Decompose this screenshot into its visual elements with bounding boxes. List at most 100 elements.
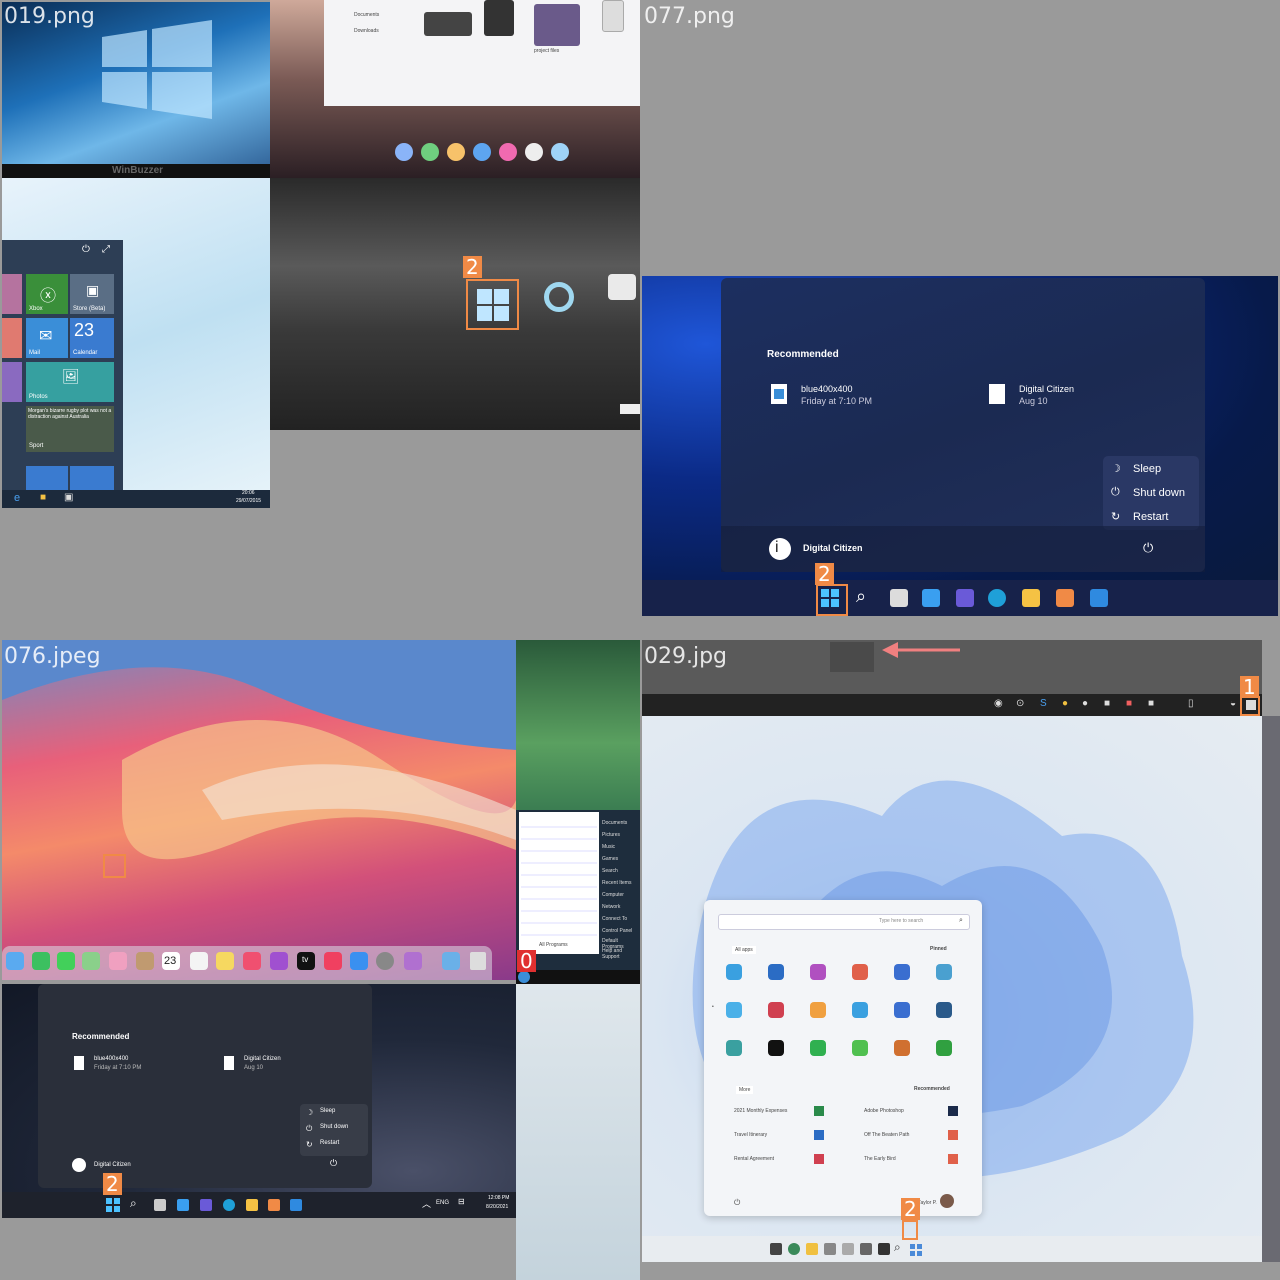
chat-icon[interactable] <box>956 589 974 607</box>
place-item[interactable]: Search <box>602 868 618 874</box>
taskbar-app-icon[interactable] <box>806 1243 818 1255</box>
news-app-icon[interactable] <box>324 952 342 970</box>
tile-left-1[interactable] <box>2 274 22 314</box>
taskbar-app-icon[interactable] <box>788 1243 800 1255</box>
power-button[interactable]: ⏻ <box>330 1158 337 1169</box>
pinned-app-calculator-icon[interactable] <box>936 1002 952 1018</box>
taskbar-app-icon[interactable] <box>770 1243 782 1255</box>
reminders-app-icon[interactable] <box>190 952 208 970</box>
facetime-app-icon[interactable] <box>32 952 50 970</box>
user-name[interactable]: Digital Citizen <box>803 543 863 553</box>
tray-icon[interactable]: ● <box>1062 698 1068 709</box>
power-button[interactable]: ⏻ <box>734 1198 740 1208</box>
power-button[interactable]: ⏻ <box>1143 540 1153 556</box>
sleep-menu-item[interactable]: ☽ Sleep <box>306 1108 366 1122</box>
place-item[interactable]: Network <box>602 904 620 910</box>
folder-icon[interactable]: ■ <box>40 492 46 503</box>
tray-icon[interactable]: ■ <box>1148 698 1154 709</box>
place-item[interactable]: Connect To <box>602 916 627 922</box>
tray-icon[interactable]: ⊙ <box>1016 698 1024 709</box>
edge-icon[interactable] <box>223 1199 235 1211</box>
pinned-app-powerpoint-icon[interactable] <box>852 964 868 980</box>
mail-icon[interactable] <box>1090 589 1108 607</box>
pinned-app-twitter-icon[interactable] <box>768 1040 784 1056</box>
pinned-app-instagram-icon[interactable] <box>852 1040 868 1056</box>
tv-app-icon[interactable]: tv <box>297 952 315 970</box>
clock-date[interactable]: 8/20/2021 <box>486 1204 508 1210</box>
place-item[interactable]: Pictures <box>602 832 620 838</box>
recommended-item[interactable]: Travel Itinerary <box>734 1128 834 1144</box>
task-view-icon[interactable] <box>890 589 908 607</box>
folder-app-icon[interactable] <box>442 952 460 970</box>
task-view-icon[interactable] <box>608 274 636 300</box>
recommended-item[interactable]: Adobe Photoshop <box>854 1104 958 1120</box>
all-apps-button[interactable]: All apps <box>732 946 756 954</box>
place-item[interactable]: Games <box>602 856 618 862</box>
contacts-app-icon[interactable] <box>136 952 154 970</box>
program-list[interactable] <box>521 816 597 936</box>
user-name[interactable]: Digital Citizen <box>94 1162 131 1168</box>
pinned-app-calendar-icon[interactable] <box>936 964 952 980</box>
mail-icon[interactable] <box>290 1199 302 1211</box>
pinned-app-pinterest-icon[interactable] <box>810 1040 826 1056</box>
user-avatar[interactable] <box>72 1158 86 1172</box>
pinned-app-solitaire-icon[interactable] <box>894 1002 910 1018</box>
task-view-icon[interactable] <box>154 1199 166 1211</box>
store-icon[interactable]: ▣ <box>64 492 73 503</box>
store-icon[interactable] <box>1056 589 1074 607</box>
trash-icon[interactable] <box>470 952 486 970</box>
search-icon[interactable]: ⌕ <box>130 1196 137 1211</box>
dock-app-icon[interactable] <box>447 143 465 161</box>
taskbar-app-icon[interactable] <box>824 1243 836 1255</box>
tray-icon[interactable]: ■ <box>1104 698 1110 709</box>
tray-icon[interactable]: ◉ <box>994 698 1003 709</box>
file-explorer-icon[interactable] <box>1022 589 1040 607</box>
dock-app-icon[interactable] <box>551 143 569 161</box>
store-icon[interactable] <box>268 1199 280 1211</box>
pinned-app-xbox-icon[interactable] <box>936 1040 952 1056</box>
file-explorer-icon[interactable] <box>246 1199 258 1211</box>
calendar-app-icon[interactable]: 23 <box>162 952 180 970</box>
search-icon[interactable]: ⌕ <box>856 586 866 607</box>
widgets-icon[interactable] <box>922 589 940 607</box>
chevron-up-icon[interactable]: ︿ <box>422 1197 431 1210</box>
tray-icon[interactable]: ● <box>1082 698 1088 709</box>
photos-app-icon[interactable] <box>109 952 127 970</box>
user-name[interactable]: Taylor P. <box>918 1200 937 1206</box>
place-item[interactable]: Help and Support <box>602 948 638 960</box>
power-icon[interactable]: ⏻ <box>82 244 90 255</box>
place-item[interactable]: Computer <box>602 892 624 898</box>
tile-mail[interactable]: ✉ Mail <box>26 318 68 358</box>
more-button[interactable]: More <box>736 1086 754 1094</box>
language-indicator[interactable]: ENG <box>436 1200 449 1206</box>
tile-bottom-2[interactable] <box>70 466 114 490</box>
user-avatar[interactable] <box>940 1194 954 1208</box>
dock-app-icon[interactable] <box>525 143 543 161</box>
dock-app-icon[interactable] <box>421 143 439 161</box>
sleep-menu-item[interactable]: ☽ Sleep <box>1111 462 1195 480</box>
recommended-item[interactable]: Off The Beaten Path <box>854 1128 958 1144</box>
notes-app-icon[interactable] <box>216 952 234 970</box>
place-item[interactable]: Control Panel <box>602 928 632 934</box>
pinned-app-mail-icon[interactable] <box>894 964 910 980</box>
pinned-app-settings-icon[interactable] <box>810 1002 826 1018</box>
user-avatar[interactable]: i <box>769 538 791 560</box>
music-app-icon[interactable] <box>243 952 261 970</box>
recommended-file[interactable]: blue400x400 Friday at 7:10 PM <box>74 1054 214 1078</box>
dock-app-icon[interactable] <box>395 143 413 161</box>
expand-icon[interactable]: ⤢ <box>102 244 110 255</box>
recommended-file[interactable]: blue400x400 Friday at 7:10 PM <box>771 382 951 412</box>
feedback-app-icon[interactable] <box>404 952 422 970</box>
start-icon[interactable] <box>106 1198 120 1212</box>
widgets-icon[interactable] <box>177 1199 189 1211</box>
search-icon[interactable] <box>544 282 574 312</box>
tile-calendar[interactable]: 23 Calendar <box>70 318 114 358</box>
search-input[interactable]: Type here to search ⌕ <box>718 914 970 930</box>
appstore-app-icon[interactable] <box>350 952 368 970</box>
edge-icon[interactable] <box>988 589 1006 607</box>
place-item[interactable]: Recent Items <box>602 880 631 886</box>
search-icon[interactable]: ⌕ <box>894 1240 901 1255</box>
taskbar-app-icon[interactable] <box>860 1243 872 1255</box>
taskbar-app-icon[interactable] <box>878 1243 890 1255</box>
recommended-file[interactable]: Digital Citizen Aug 10 <box>224 1054 364 1078</box>
